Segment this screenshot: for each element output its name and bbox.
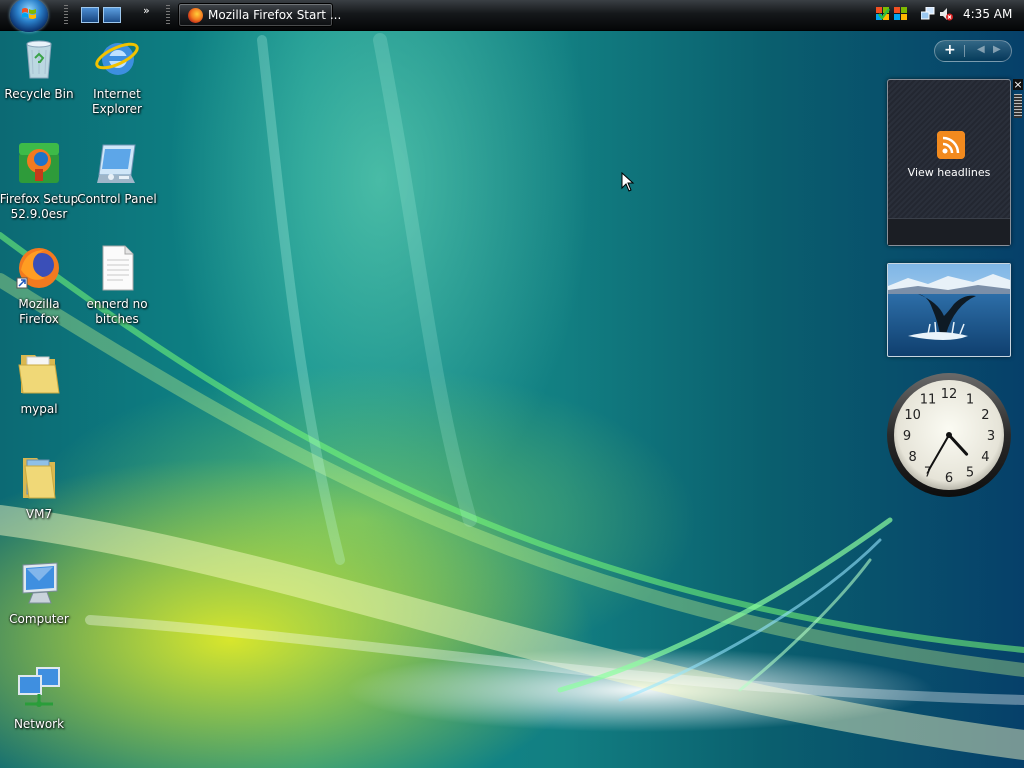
clock-numeral: 1 (966, 393, 974, 408)
feed-headlines-gadget[interactable]: View headlines (887, 79, 1011, 246)
desktop-icon-label: Computer (9, 612, 69, 626)
desktop-icon-ennerd-no-bitches[interactable]: ennerd no bitches (77, 244, 157, 327)
whale-tail-photo (888, 264, 1010, 356)
taskbar-button-firefox[interactable]: Mozilla Firefox Start ... (178, 3, 341, 27)
firefox-setup-icon (19, 143, 59, 183)
clock-numeral: 8 (908, 450, 916, 465)
text-document-icon (102, 245, 134, 291)
clock-numeral: 9 (903, 429, 911, 444)
desktop-icon-vm7[interactable]: VM7 (0, 454, 79, 522)
clock-hub (946, 432, 952, 438)
firefox-icon (16, 248, 59, 289)
recycle-bin-icon (26, 40, 52, 79)
desktop-icon-firefox-setup[interactable]: Firefox Setup 52.9.0esr (0, 139, 79, 222)
desktop-icon-label: Internet Explorer (92, 87, 142, 116)
desktop-icon-label: Firefox Setup 52.9.0esr (0, 192, 79, 221)
clock-numeral: 6 (945, 471, 953, 486)
security-center-icon[interactable] (876, 7, 890, 21)
firefox-icon (188, 8, 203, 23)
desktop-icon-recycle-bin[interactable]: Recycle Bin (0, 34, 79, 102)
windows-update-icon[interactable] (894, 7, 908, 21)
view-headlines-link[interactable]: View headlines (888, 166, 1010, 179)
clock-numeral: 2 (981, 408, 989, 423)
network-status-icon[interactable] (921, 7, 935, 21)
start-button[interactable] (10, 0, 48, 32)
desktop-icon-label: Network (13, 717, 65, 731)
gadget-close-button[interactable]: × (1013, 79, 1023, 90)
taskbar-grip[interactable] (166, 5, 170, 25)
next-page-button[interactable]: ▶ (993, 44, 1001, 55)
previous-page-button[interactable]: ◀ (977, 44, 985, 55)
taskbar: » Mozilla Firefox Start ... 4:35 AM (0, 0, 1024, 32)
clock-numeral: 12 (941, 387, 958, 402)
desktop-icon-computer[interactable]: Computer (0, 559, 79, 627)
clock-numeral: 3 (987, 429, 995, 444)
desktop-icon-mypal[interactable]: mypal (0, 349, 79, 417)
control-panel-icon (97, 144, 136, 183)
desktop-icon-internet-explorer[interactable]: Internet Explorer (77, 34, 157, 117)
clock-numeral: 11 (920, 393, 937, 408)
desktop-icon-label: ennerd no bitches (86, 297, 148, 326)
show-desktop-icon[interactable] (81, 7, 99, 23)
feed-gadget-footer (888, 218, 1010, 245)
mouse-cursor-icon (621, 172, 635, 192)
internet-explorer-icon (95, 42, 139, 75)
add-gadget-button[interactable]: + (944, 42, 956, 58)
desktop-icon-label: Control Panel (77, 192, 157, 206)
folder-icon (23, 458, 56, 499)
windows-logo-icon (22, 8, 36, 19)
desktop-icon-label: Mozilla Firefox (18, 297, 60, 326)
rss-feed-icon (937, 131, 965, 159)
clock-numeral: 10 (904, 408, 921, 423)
desktop-icon-control-panel[interactable]: Control Panel (77, 139, 157, 207)
computer-icon (22, 562, 58, 604)
quicklaunch-more-button[interactable]: » (143, 4, 150, 17)
desktop-icon-mozilla-firefox[interactable]: Mozilla Firefox (0, 244, 79, 327)
sidebar-controls: + ◀ ▶ (934, 40, 1012, 62)
slideshow-gadget[interactable] (887, 263, 1011, 357)
sidebar-controls-divider (964, 45, 965, 57)
gadget-drag-handle[interactable] (1014, 94, 1022, 118)
taskbar-clock[interactable]: 4:35 AM (963, 7, 1012, 21)
volume-muted-icon[interactable] (939, 7, 953, 21)
taskbar-button-label: Mozilla Firefox Start ... (208, 8, 342, 22)
folder-icon (18, 355, 60, 394)
desktop-icon-label: VM7 (25, 507, 53, 521)
network-icon (18, 667, 60, 707)
switch-windows-icon[interactable] (103, 7, 121, 23)
clock-numeral: 4 (981, 450, 989, 465)
desktop-icon-label: mypal (20, 402, 58, 416)
clock-gadget[interactable]: 1234567891011 12 (886, 372, 1012, 498)
clock-numeral: 5 (966, 465, 974, 480)
desktop-icon-label: Recycle Bin (4, 87, 74, 101)
quicklaunch-grip[interactable] (64, 5, 68, 25)
desktop-icon-network[interactable]: Network (0, 664, 79, 732)
